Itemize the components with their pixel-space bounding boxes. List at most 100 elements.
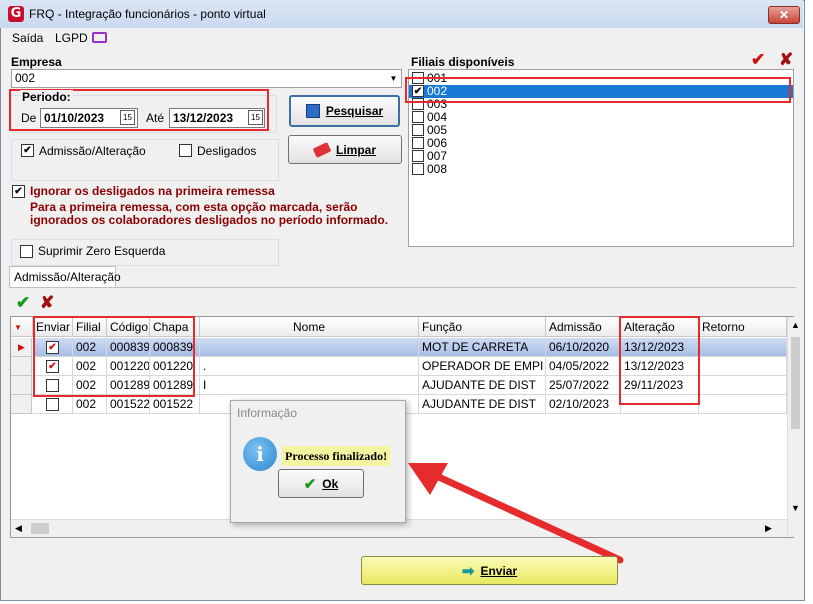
info-icon: i (243, 437, 277, 471)
filial-checkbox[interactable] (412, 150, 424, 162)
filial-highlight (405, 77, 791, 103)
row-indicator (11, 376, 32, 395)
filial-item[interactable]: 006 (409, 137, 793, 150)
suprimir-checkbox[interactable] (20, 245, 33, 258)
cell-admissao: 25/07/2022 (546, 376, 621, 395)
scroll-right-icon[interactable]: ▶ (765, 523, 772, 534)
col-header-nome[interactable]: Nome (200, 317, 419, 337)
ate-label: Até (146, 111, 165, 125)
admissao-label: Admissão/Alteração (39, 144, 146, 158)
annotation-arrow (408, 463, 624, 564)
cell-funcao: AJUDANTE DE DIST (419, 376, 546, 395)
pesquisar-button[interactable]: Pesquisar (289, 95, 400, 127)
header-indicator: ▼ (11, 317, 33, 337)
cell-retorno (699, 357, 787, 376)
cell-funcao: MOT DE CARRETA (419, 338, 546, 357)
filial-item[interactable]: 008 (409, 163, 793, 176)
cross-icon[interactable]: ✘ (40, 293, 54, 313)
monitor-icon[interactable] (92, 32, 107, 43)
limpar-button[interactable]: Limpar (288, 135, 402, 164)
filial-checkbox[interactable] (412, 124, 424, 136)
filial-checkbox[interactable] (412, 111, 424, 123)
cell-funcao: OPERADOR DE EMPI (419, 357, 546, 376)
scroll-up-icon[interactable]: ▲ (791, 320, 800, 330)
empresa-select[interactable]: 002 ▼ (11, 69, 402, 88)
filial-checkbox[interactable] (412, 163, 424, 175)
uncheck-all-icon[interactable]: ✘ (779, 50, 793, 70)
filial-item[interactable]: 004 (409, 111, 793, 124)
info-dialog: Informação i Processo finalizado! ✔ Ok (230, 400, 406, 523)
empresa-label: Empresa (11, 55, 62, 69)
save-disk-icon (305, 104, 320, 118)
eraser-icon (312, 141, 332, 158)
desligados-label: Desligados (197, 144, 257, 158)
scroll-thumb[interactable] (791, 337, 800, 429)
grid-left-highlight (33, 316, 195, 397)
cell-filial: 002 (73, 395, 107, 414)
vertical-scrollbar[interactable]: ▲ ▼ (787, 317, 803, 537)
periodo-label: Periodo: (20, 90, 73, 104)
enviar-button[interactable]: ➡ Enviar (361, 556, 618, 585)
row-indicator (11, 357, 32, 376)
cell-nome (200, 338, 419, 357)
ignorar-note-2: ignorados os colaboradores desligados no… (30, 213, 389, 227)
row-indicator (11, 395, 32, 414)
tab-admissao[interactable]: Admissão/Alteração (9, 266, 121, 287)
cell-admissao: 04/05/2022 (546, 357, 621, 376)
cell-nome: I (200, 376, 419, 395)
window-title: FRQ - Integração funcionários - ponto vi… (29, 7, 266, 21)
cell-admissao: 06/10/2020 (546, 338, 621, 357)
filial-item[interactable]: 007 (409, 150, 793, 163)
menu-saida[interactable]: Saída (12, 31, 43, 45)
cell-admissao: 02/10/2023 (546, 395, 621, 414)
col-header-admissao[interactable]: Admissão (546, 317, 621, 337)
col-header-funcao[interactable]: Função (419, 317, 546, 337)
close-button[interactable]: ✕ (768, 6, 800, 24)
grid-alteracao-highlight (619, 316, 700, 405)
calendar-icon[interactable]: 15 (248, 110, 263, 125)
filial-code: 008 (427, 162, 448, 176)
suprimir-label: Suprimir Zero Esquerda (38, 244, 166, 258)
ignorar-label: Ignorar os desligados na primeira remess… (30, 184, 275, 198)
filial-checkbox[interactable] (412, 137, 424, 149)
enviar-label: Enviar (480, 563, 518, 578)
arrow-right-icon: ➡ (461, 562, 475, 580)
scroll-down-icon[interactable]: ▼ (791, 503, 800, 513)
row-send-checkbox[interactable] (46, 398, 59, 411)
cell-chapa: 001522 (150, 395, 200, 414)
scroll-left-icon[interactable]: ◀ (15, 523, 22, 534)
cell-retorno (699, 338, 787, 357)
cell-funcao: AJUDANTE DE DIST (419, 395, 546, 414)
cell-codigo: 001522 (107, 395, 150, 414)
pesquisar-label: Pesquisar (325, 104, 384, 118)
cell-retorno (699, 376, 787, 395)
dialog-message: Processo finalizado! (282, 446, 391, 466)
menu-lgpd[interactable]: LGPD (55, 31, 88, 45)
empresa-value: 002 (15, 71, 36, 85)
check-all-icon[interactable]: ✔ (751, 50, 765, 70)
admissao-checkbox[interactable] (21, 144, 34, 157)
limpar-label: Limpar (335, 142, 376, 157)
ok-button[interactable]: ✔ Ok (278, 469, 364, 498)
cell-retorno (699, 395, 787, 414)
date-from-value: 01/10/2023 (44, 111, 105, 125)
date-to-value: 13/12/2023 (173, 111, 234, 125)
row-pointer-icon: ▶ (11, 338, 32, 357)
ignorar-checkbox[interactable] (12, 185, 25, 198)
desligados-checkbox[interactable] (179, 144, 192, 157)
ignorar-note-1: Para a primeira remessa, com esta opção … (30, 200, 358, 214)
app-logo-icon: G (8, 6, 24, 22)
tab-divider (9, 287, 796, 288)
scroll-thumb-h[interactable] (31, 523, 49, 534)
filial-item[interactable]: 005 (409, 124, 793, 137)
check-icon: ✔ (303, 475, 317, 493)
filiais-label: Filiais disponíveis (411, 55, 515, 69)
ok-label: Ok (322, 476, 339, 491)
chevron-down-icon[interactable]: ▼ (386, 70, 401, 87)
cell-nome: . (200, 357, 419, 376)
de-label: De (21, 111, 37, 125)
col-header-retorno[interactable]: Retorno (699, 317, 787, 337)
dialog-title: Informação (231, 401, 405, 425)
calendar-icon[interactable]: 15 (120, 110, 135, 125)
check-icon[interactable]: ✔ (16, 293, 30, 313)
